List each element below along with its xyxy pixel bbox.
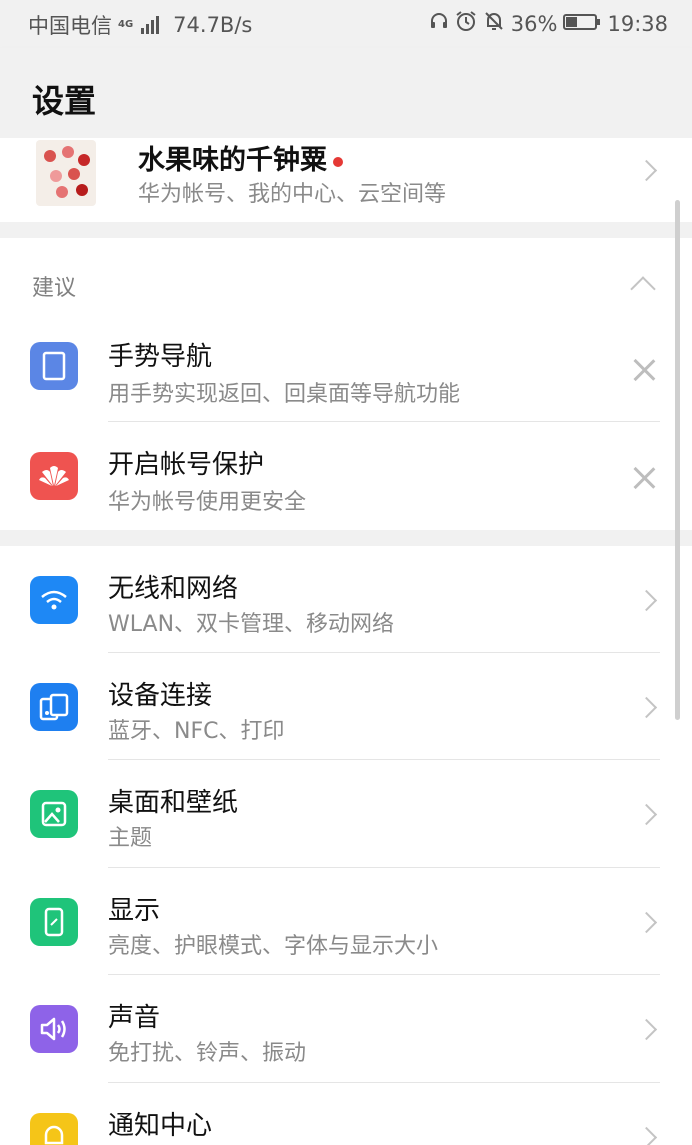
signal-icon <box>141 16 160 34</box>
settings-item-notification-center[interactable]: 通知中心 <box>0 1083 692 1145</box>
chevron-up-icon[interactable] <box>630 276 656 302</box>
mute-bell-icon <box>483 10 505 37</box>
battery-icon <box>563 12 601 36</box>
chevron-right-icon <box>635 696 658 719</box>
settings-item-title: 无线和网络 <box>108 574 239 604</box>
chevron-right-icon <box>635 1126 658 1145</box>
carrier-label: 中国电信 <box>28 14 112 38</box>
bell-icon <box>30 1113 78 1145</box>
chevron-right-icon <box>635 589 658 612</box>
account-subtitle: 华为帐号、我的中心、云空间等 <box>138 182 447 207</box>
settings-item-subtitle: 主题 <box>108 826 153 851</box>
settings-item-title: 声音 <box>108 1003 161 1033</box>
phone-outline-icon <box>30 342 78 390</box>
avatar <box>36 140 96 206</box>
settings-item-display[interactable]: 显示 亮度、护眼模式、字体与显示大小 <box>0 868 692 975</box>
notification-dot <box>333 156 343 167</box>
wallpaper-icon <box>30 790 78 838</box>
chevron-right-icon <box>635 159 658 182</box>
page-title: 设置 <box>32 82 97 120</box>
suggestion-title: 开启帐号保护 <box>108 450 265 480</box>
settings-item-subtitle: WLAN、双卡管理、移动网络 <box>108 612 395 637</box>
suggestion-subtitle: 用手势实现返回、回桌面等导航功能 <box>108 382 461 407</box>
app-header: 设置 <box>0 48 692 138</box>
account-row[interactable]: 水果味的千钟粟 华为帐号、我的中心、云空间等 <box>0 138 692 222</box>
suggestion-item-gesture-nav[interactable]: 手势导航 用手势实现返回、回桌面等导航功能 <box>0 318 692 422</box>
account-name: 水果味的千钟粟 <box>138 138 343 177</box>
settings-item-device-connection[interactable]: 设备连接 蓝牙、NFC、打印 <box>0 653 692 760</box>
battery-percent: 36% <box>510 11 558 36</box>
suggestions-title: 建议 <box>32 276 77 301</box>
huawei-logo-icon <box>30 452 78 500</box>
alarm-icon <box>455 10 477 37</box>
network-speed: 74.7B/s <box>173 13 253 37</box>
suggestion-item-account-protection[interactable]: 开启帐号保护 华为帐号使用更安全 <box>0 422 692 530</box>
settings-item-subtitle: 免打扰、铃声、振动 <box>108 1041 307 1066</box>
settings-item-desktop-wallpaper[interactable]: 桌面和壁纸 主题 <box>0 760 692 868</box>
settings-item-title: 通知中心 <box>108 1111 213 1141</box>
devices-icon <box>30 683 78 731</box>
suggestion-subtitle: 华为帐号使用更安全 <box>108 490 307 515</box>
close-icon[interactable] <box>632 466 656 490</box>
settings-item-title: 设备连接 <box>108 681 213 711</box>
chevron-right-icon <box>635 803 658 826</box>
chevron-right-icon <box>635 911 658 934</box>
scrollbar[interactable] <box>675 200 680 720</box>
network-type-label: 4G <box>118 19 134 30</box>
display-icon <box>30 898 78 946</box>
settings-item-subtitle: 亮度、护眼模式、字体与显示大小 <box>108 934 439 959</box>
suggestion-title: 手势导航 <box>108 342 213 372</box>
settings-item-title: 显示 <box>108 896 161 926</box>
chevron-right-icon <box>635 1018 658 1041</box>
section-divider <box>0 530 692 546</box>
clock-time: 19:38 <box>607 11 668 36</box>
section-divider <box>0 222 692 238</box>
sound-icon <box>30 1005 78 1053</box>
settings-item-wireless-network[interactable]: 无线和网络 WLAN、双卡管理、移动网络 <box>0 546 692 653</box>
headset-icon <box>429 11 449 36</box>
settings-item-title: 桌面和壁纸 <box>108 788 239 818</box>
suggestions-header[interactable]: 建议 <box>0 238 692 318</box>
close-icon[interactable] <box>632 358 656 382</box>
settings-item-sound[interactable]: 声音 免打扰、铃声、振动 <box>0 975 692 1083</box>
settings-item-subtitle: 蓝牙、NFC、打印 <box>108 719 285 744</box>
status-bar: 中国电信 4G 74.7B/s 36% 19:38 <box>0 0 692 48</box>
wifi-icon <box>30 576 78 624</box>
